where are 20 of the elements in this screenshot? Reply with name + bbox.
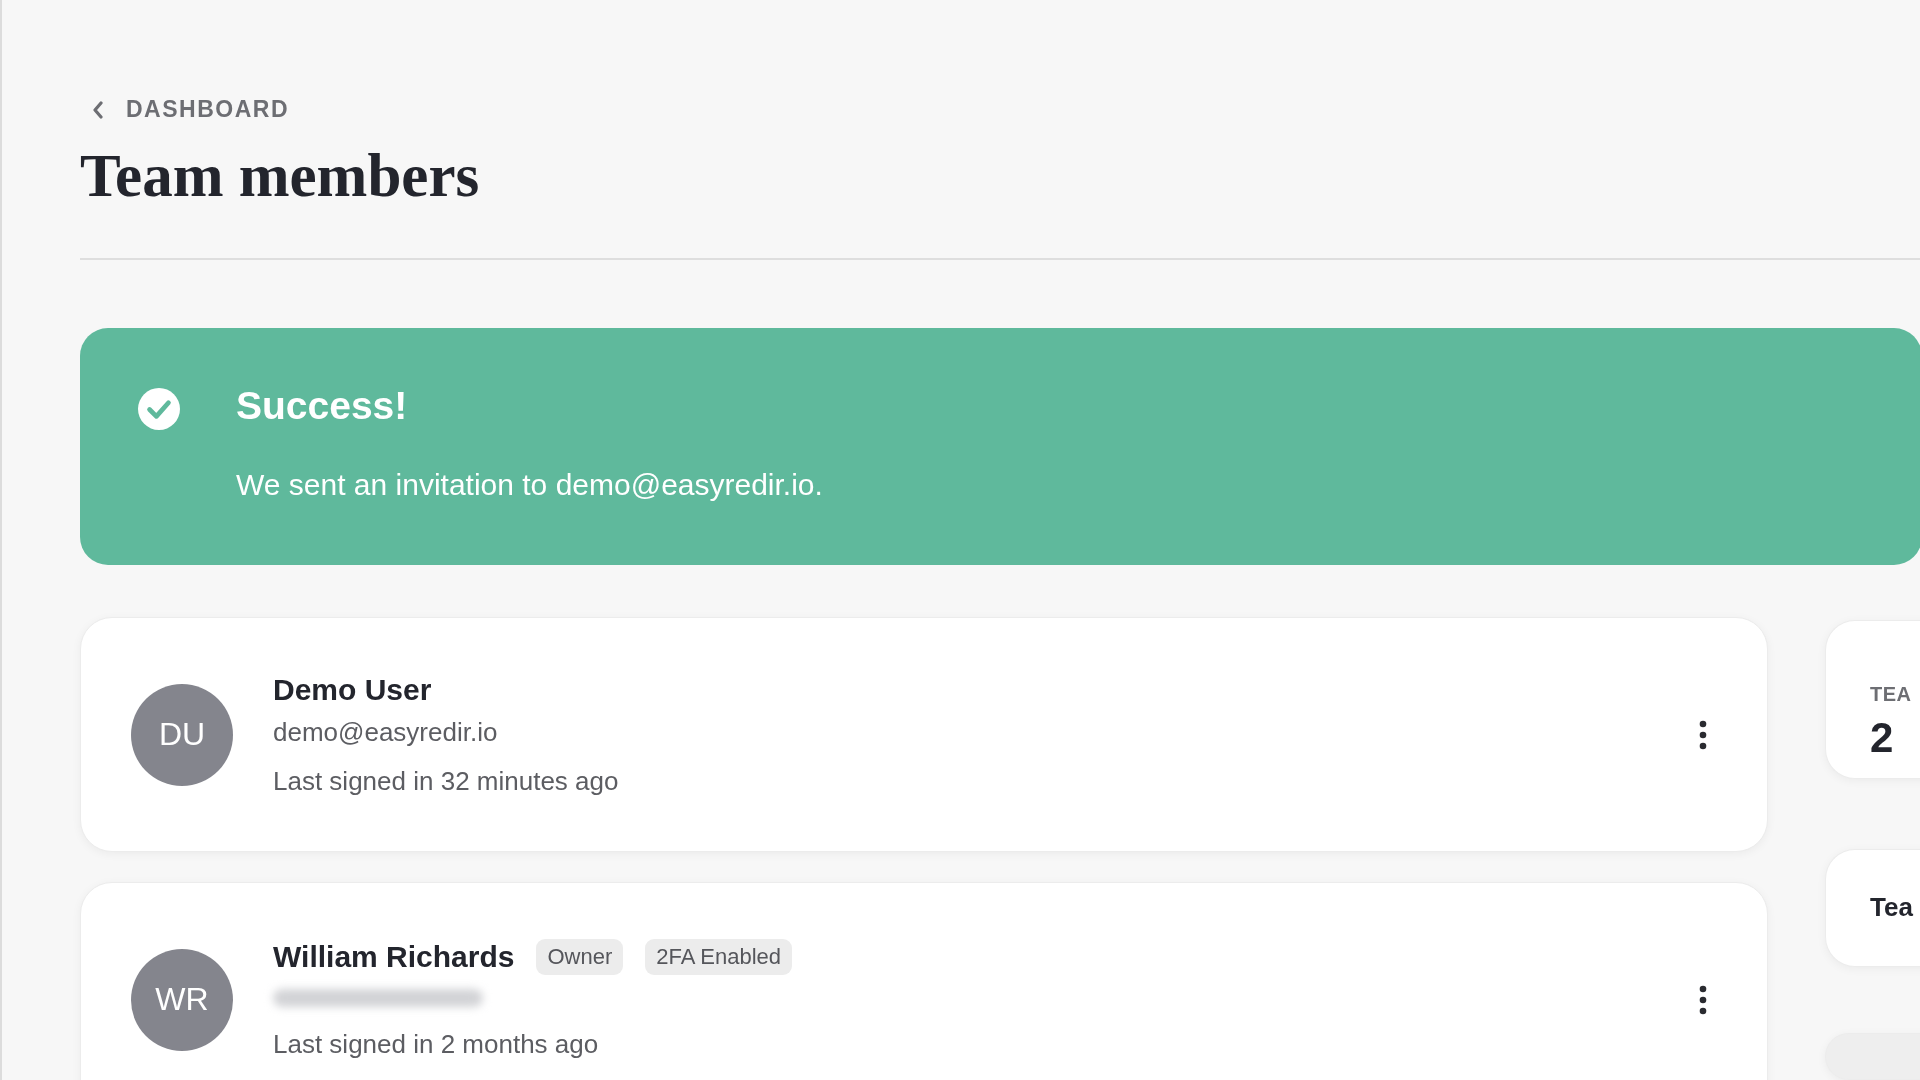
last-signed-in: Last signed in 32 minutes ago — [273, 765, 620, 797]
side-card[interactable]: Tea — [1825, 849, 1920, 967]
last-signed-in: Last signed in 2 months ago — [273, 1029, 600, 1061]
back-link[interactable]: DASHBOARD — [92, 96, 289, 123]
stat-label: TEA — [1870, 683, 1913, 706]
role-badge: 2FA Enabled — [645, 939, 793, 976]
role-badge: Owner — [536, 939, 624, 976]
more-options-icon[interactable] — [1699, 984, 1707, 1015]
member-name: William Richards — [273, 940, 515, 975]
avatar: WR — [131, 948, 233, 1051]
page-title: Team members — [80, 141, 481, 211]
avatar: DU — [131, 683, 233, 786]
chevron-left-icon — [92, 100, 104, 119]
member-email: demo@easyredir.io — [273, 716, 499, 748]
alert-title: Success! — [236, 384, 409, 429]
check-circle-icon — [138, 388, 180, 431]
more-options-icon[interactable] — [1699, 719, 1707, 750]
stat-value: 2 — [1870, 714, 1895, 762]
member-name: Demo User — [273, 672, 432, 707]
alert-message: We sent an invitation to demo@easyredir.io. — [236, 468, 823, 503]
